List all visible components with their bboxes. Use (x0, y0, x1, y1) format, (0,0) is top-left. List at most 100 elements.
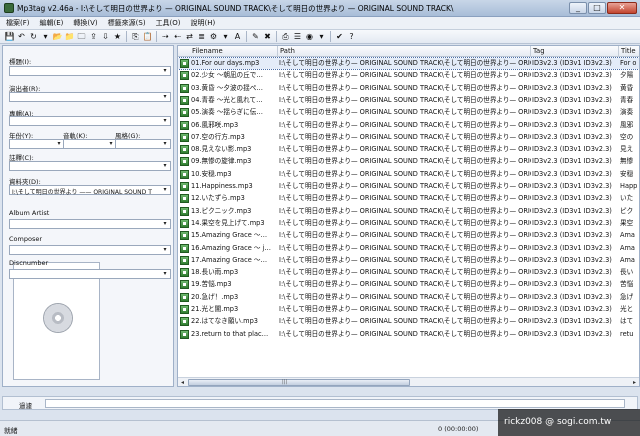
field-combo-7[interactable]: I:\そして明日の世界より —— ORIGINAL SOUND T ▾ (9, 185, 171, 196)
playlist-icon[interactable]: ☰ (292, 31, 303, 42)
import-icon[interactable]: ⇩ (100, 31, 111, 42)
title-bar[interactable]: Mp3tag v2.46a - I:\そして明日の世界より — ORIGINAL… (0, 0, 640, 17)
maximize-button[interactable]: □ (588, 2, 606, 14)
table-row[interactable]: 12.いたずら.mp3 I:\そして明日の世界より— ORIGINAL SOUND… (178, 193, 639, 204)
menu-convert[interactable]: 轉換(V) (73, 18, 97, 28)
text-to-tag-icon[interactable]: ≣ (196, 31, 207, 42)
chevron-down-icon[interactable]: ▾ (161, 186, 169, 194)
cell-path: I:\そして明日の世界より— ORIGINAL SOUND TRACK\そして明… (279, 292, 531, 301)
menu-tag-sources[interactable]: 標籤來源(S) (108, 18, 146, 28)
table-row[interactable]: 21.光と闇.mp3 I:\そして明日の世界より— ORIGINAL SOUND … (178, 304, 639, 315)
add-directory-icon[interactable]: 📂 (52, 31, 63, 42)
table-row[interactable]: 23.return to that plac… I:\そして明日の世界より— OR… (178, 329, 639, 340)
file-to-tag-icon[interactable]: ⇠ (172, 31, 183, 42)
table-row[interactable]: 03.黄昏 ～夕波の揺ぺ… I:\そして明日の世界より— ORIGINAL SOU… (178, 83, 639, 94)
table-row[interactable]: 10.安穏.mp3 I:\そして明日の世界より— ORIGINAL SOUND T… (178, 169, 639, 180)
table-row[interactable]: 22.はてなき願い.mp3 I:\そして明日の世界より— ORIGINAL SOU… (178, 316, 639, 327)
table-row[interactable]: 19.苦悩.mp3 I:\そして明日の世界より— ORIGINAL SOUND T… (178, 279, 639, 290)
chevron-down-icon[interactable]: ▾ (161, 67, 169, 75)
table-row[interactable]: 05.演奏 ～揺らぎに伝… I:\そして明日の世界より— ORIGINAL SOU… (178, 107, 639, 118)
column-header-title[interactable]: Title (619, 46, 639, 57)
action-icon[interactable]: ⚙ (208, 31, 219, 42)
export-icon[interactable]: ⇪ (88, 31, 99, 42)
copy-icon[interactable]: ⎘ (130, 31, 141, 42)
menu-file[interactable]: 檔案(F) (6, 18, 30, 28)
chevron-down-icon[interactable]: ▾ (161, 246, 169, 254)
mp3-file-icon (180, 194, 189, 204)
open-folder-icon[interactable]: 📁 (64, 31, 75, 42)
field-combo-4[interactable]: ▾ (63, 139, 117, 149)
cell-title: 急げ (620, 292, 634, 301)
field-combo-3[interactable]: ▾ (9, 139, 65, 149)
table-row[interactable]: 02.少女 ～朝凪の丘で… I:\そして明日の世界より— ORIGINAL SOU… (178, 70, 639, 81)
scrollbar-thumb[interactable] (188, 379, 410, 386)
star-icon[interactable]: ★ (112, 31, 123, 42)
undo-icon[interactable]: ↶ (16, 31, 27, 42)
table-row[interactable]: 18.長い雨.mp3 I:\そして明日の世界より— ORIGINAL SOUND … (178, 267, 639, 278)
field-combo-9[interactable]: ▾ (9, 245, 171, 255)
table-row[interactable]: 20.急げ！.mp3 I:\そして明日の世界より— ORIGINAL SOUND … (178, 292, 639, 303)
menu-tools[interactable]: 工具(O) (156, 18, 181, 28)
horizontal-scrollbar[interactable]: ◂ ||| ▸ (178, 377, 639, 386)
filter-input[interactable] (45, 399, 625, 408)
menu-help[interactable]: 說明(H) (191, 18, 216, 28)
chevron-down-icon[interactable]: ▾ (161, 93, 169, 101)
menu-edit[interactable]: 編輯(E) (40, 18, 64, 28)
chevron-down-icon[interactable]: ▾ (161, 270, 169, 278)
web-sources-icon[interactable]: ◉ (304, 31, 315, 42)
chevron-down-icon[interactable]: ▾ (161, 220, 169, 228)
field-combo-8[interactable]: ▾ (9, 219, 171, 229)
table-row[interactable]: 11.Happiness.mp3 I:\そして明日の世界より— ORIGINAL … (178, 181, 639, 192)
mp3-file-icon (180, 317, 189, 327)
dropdown-icon[interactable]: ▾ (40, 31, 51, 42)
tag-to-tag-icon[interactable]: ⇄ (184, 31, 195, 42)
edit-icon[interactable]: ✎ (250, 31, 261, 42)
actions-dropdown-icon[interactable]: ▾ (220, 31, 231, 42)
window-controls: _ □ ✕ (569, 2, 637, 14)
table-row[interactable]: 07.空の行方.mp3 I:\そして明日の世界より— ORIGINAL SOUND… (178, 132, 639, 143)
mp3-file-icon (180, 59, 189, 68)
cover-art-box[interactable] (13, 262, 100, 380)
field-combo-2[interactable]: ▾ (9, 116, 171, 126)
table-row[interactable]: 08.見えない影.mp3 I:\そして明日の世界より— ORIGINAL SOUN… (178, 144, 639, 155)
tag-to-file-icon[interactable]: ⇢ (160, 31, 171, 42)
table-row[interactable]: 09.無惨の旋律.mp3 I:\そして明日の世界より— ORIGINAL SOUN… (178, 156, 639, 167)
chevron-down-icon[interactable]: ▾ (161, 162, 169, 170)
save-folder-icon[interactable]: 🗀 (76, 31, 87, 42)
table-row[interactable]: 13.ピクニック.mp3 I:\そして明日の世界より— ORIGINAL SOUN… (178, 206, 639, 217)
font-icon[interactable]: A (232, 31, 243, 42)
column-header-filename[interactable]: Filename (190, 46, 278, 57)
minimize-button[interactable]: _ (569, 2, 587, 14)
field-combo-10[interactable]: ▾ (9, 269, 171, 279)
table-row[interactable]: 06.風邪咲.mp3 I:\そして明日の世界より— ORIGINAL SOUND … (178, 120, 639, 131)
chevron-down-icon[interactable]: ▾ (55, 140, 63, 148)
cell-filename: 02.少女 ～朝凪の丘で… (191, 71, 263, 80)
field-combo-6[interactable]: ▾ (9, 161, 171, 171)
refresh-icon[interactable]: ↻ (28, 31, 39, 42)
help-icon[interactable]: ? (346, 31, 357, 42)
table-row[interactable]: 04.青春 ～光と風れて… I:\そして明日の世界より— ORIGINAL SOU… (178, 95, 639, 106)
field-combo-1[interactable]: ▾ (9, 92, 171, 102)
table-row[interactable]: 14.果空を見上げて.mp3 I:\そして明日の世界より— ORIGINAL SO… (178, 218, 639, 229)
delete-icon[interactable]: ✖ (262, 31, 273, 42)
column-header-tag[interactable]: Tag (531, 46, 619, 57)
chevron-down-icon[interactable]: ▾ (161, 117, 169, 125)
field-combo-5[interactable]: ▾ (115, 139, 171, 149)
table-row[interactable]: 16.Amazing Grace ～ j… I:\そして明日の世界より— ORIG… (178, 243, 639, 254)
paste-icon[interactable]: 📋 (142, 31, 153, 42)
scroll-left-icon[interactable]: ◂ (178, 378, 187, 386)
dropdown-icon[interactable]: ▾ (316, 31, 327, 42)
file-list[interactable]: Filename Path Tag Title ◂ ||| ▸ 01.For o… (177, 45, 640, 387)
close-button[interactable]: ✕ (607, 2, 637, 14)
column-header-path[interactable]: Path (278, 46, 531, 57)
table-row[interactable]: 17.Amazing Grace ～… I:\そして明日の世界より— ORIGIN… (178, 255, 639, 266)
options-icon[interactable]: ✔ (334, 31, 345, 42)
table-row[interactable]: 15.Amazing Grace ～… I:\そして明日の世界より— ORIGIN… (178, 230, 639, 241)
save-icon[interactable]: 💾 (4, 31, 15, 42)
table-row[interactable]: 01.For our days.mp3 I:\そして明日の世界より— ORIGIN… (178, 57, 639, 70)
field-combo-0[interactable]: ▾ (9, 66, 171, 76)
scroll-right-icon[interactable]: ▸ (630, 378, 639, 386)
chevron-down-icon[interactable]: ▾ (161, 140, 169, 148)
print-icon[interactable]: ⎙ (280, 31, 291, 42)
chevron-down-icon[interactable]: ▾ (107, 140, 115, 148)
